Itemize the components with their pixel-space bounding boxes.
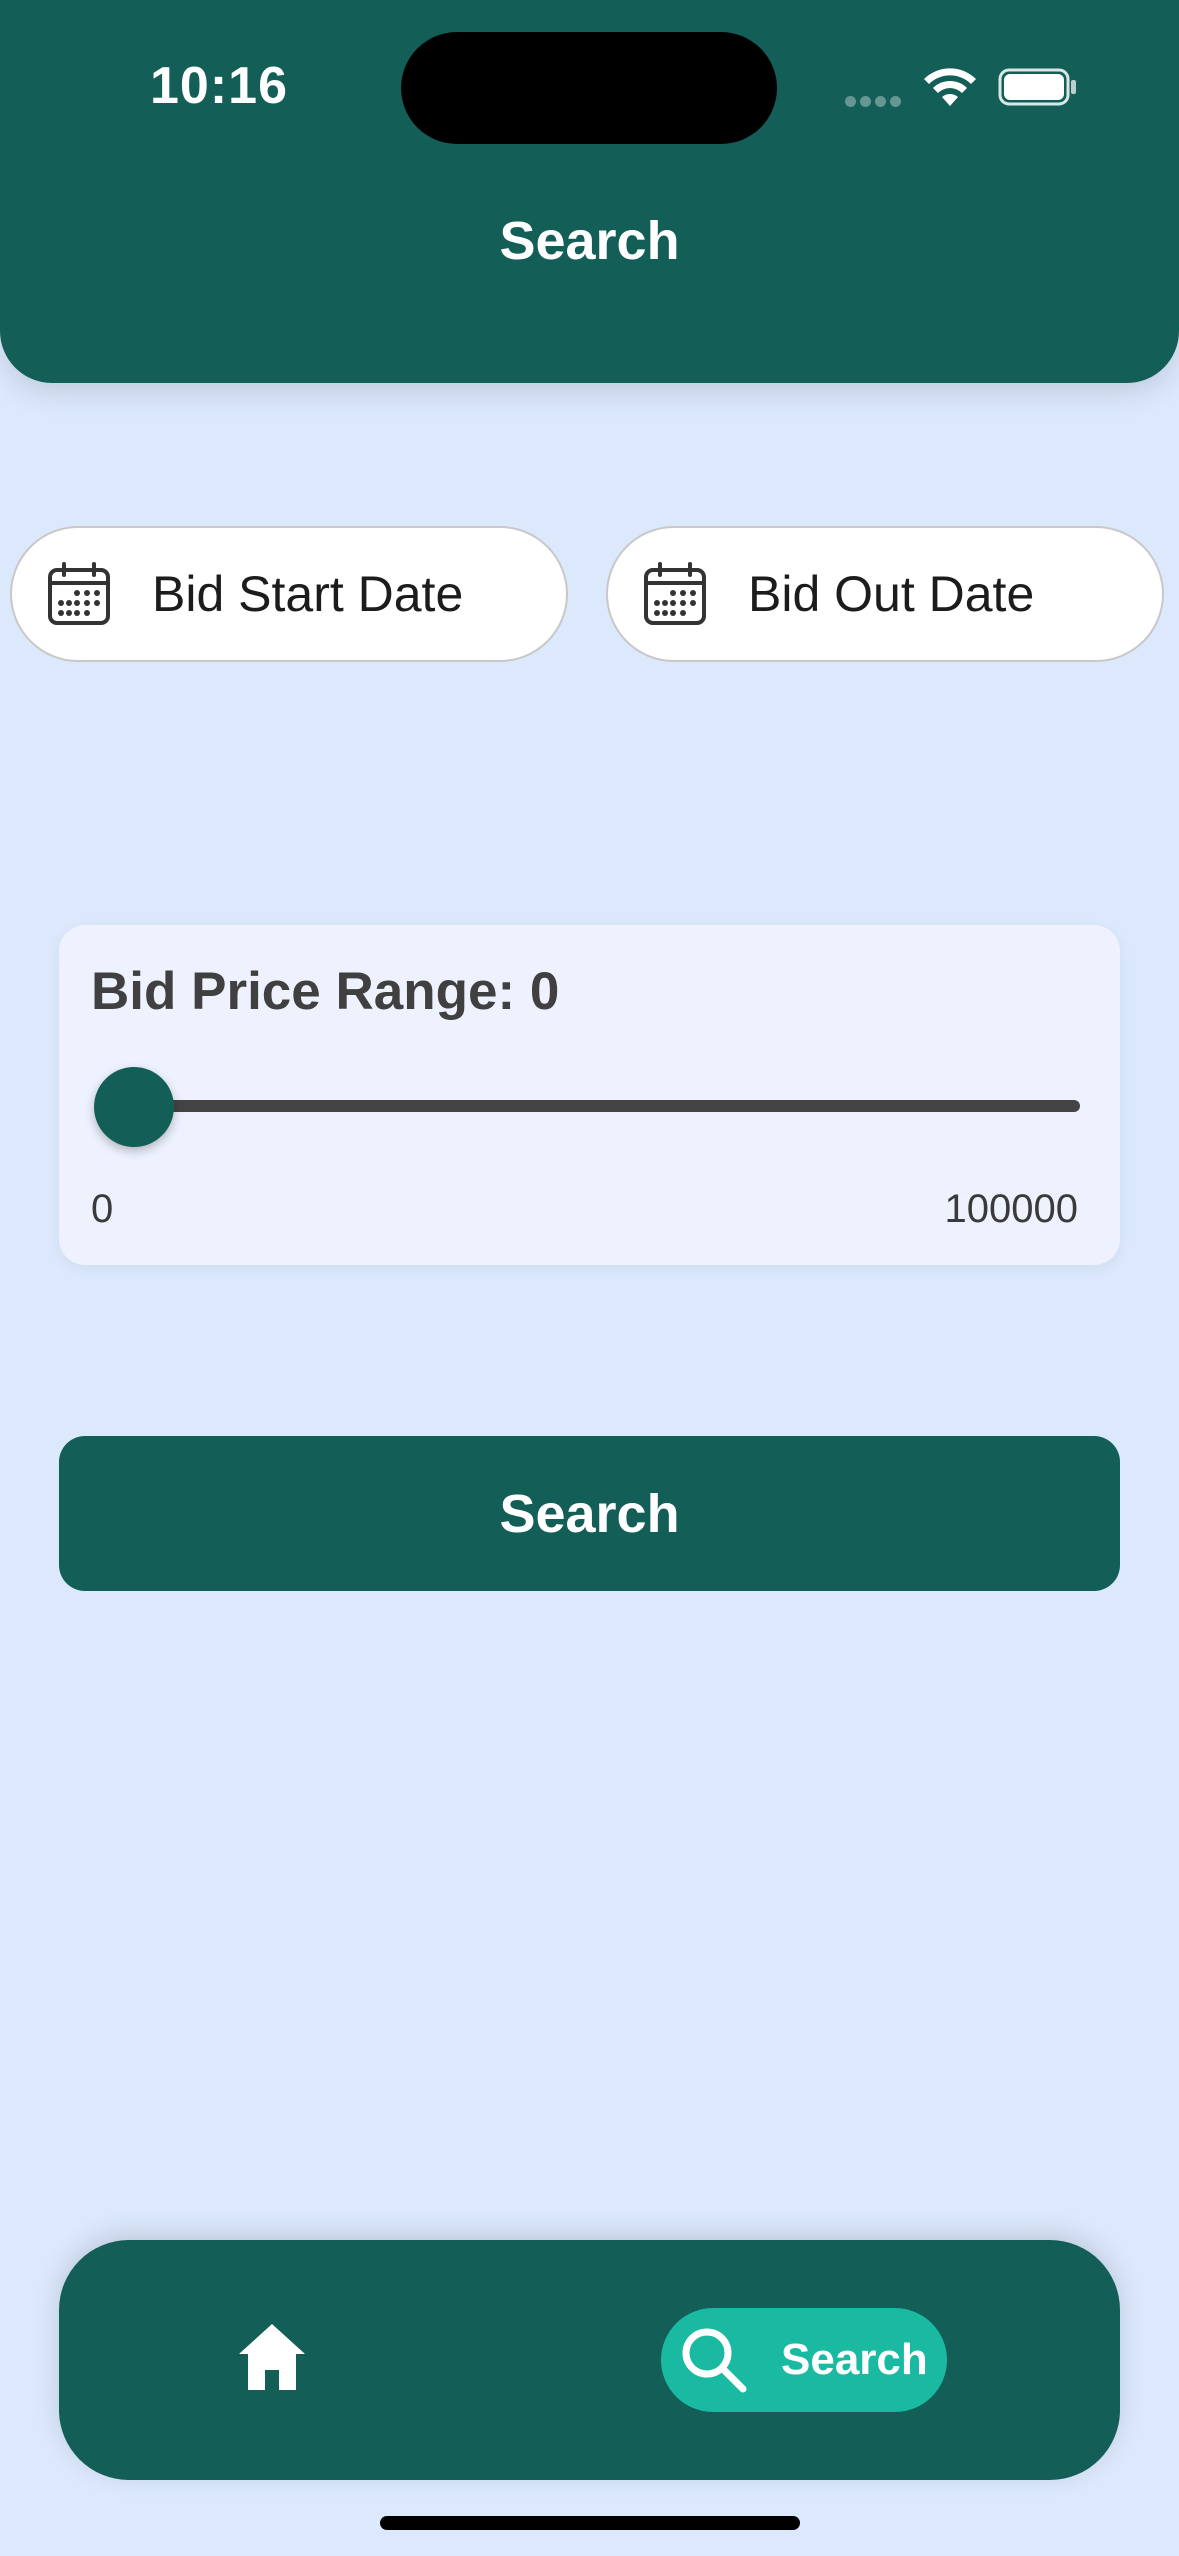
calendar-icon [48, 562, 110, 625]
wifi-icon [924, 68, 976, 106]
bid-out-date-picker[interactable]: Bid Out Date [606, 526, 1164, 662]
bid-start-date-label: Bid Start Date [152, 566, 464, 622]
bid-start-date-picker[interactable]: Bid Start Date [10, 526, 568, 662]
price-range-title: Bid Price Range: 0 [91, 962, 560, 1021]
nav-search-label: Search [781, 2335, 928, 2384]
search-button[interactable]: Search [59, 1436, 1120, 1591]
price-range-slider-thumb[interactable] [94, 1067, 174, 1147]
dynamic-island [401, 32, 777, 144]
bid-out-date-label: Bid Out Date [748, 566, 1035, 622]
app-header: 10:16 Search [0, 0, 1179, 383]
price-range-max-label: 100000 [944, 1187, 1078, 1231]
price-range-slider-track[interactable] [134, 1100, 1080, 1112]
price-range-card: Bid Price Range: 0 0 100000 [59, 925, 1120, 1265]
bottom-nav: Search [59, 2240, 1120, 2480]
calendar-icon [644, 562, 706, 625]
home-icon[interactable] [235, 2320, 309, 2392]
page-title: Search [499, 211, 680, 271]
battery-icon [998, 68, 1076, 106]
status-time: 10:16 [150, 57, 288, 115]
search-screen: 10:16 Search Bid Start Date Bid Out Date… [0, 0, 1179, 2556]
nav-search-tab[interactable]: Search [661, 2308, 947, 2412]
search-icon [682, 2328, 747, 2393]
cellular-signal-icon [845, 94, 905, 108]
home-indicator[interactable] [380, 2516, 800, 2530]
price-range-min-label: 0 [91, 1187, 114, 1231]
